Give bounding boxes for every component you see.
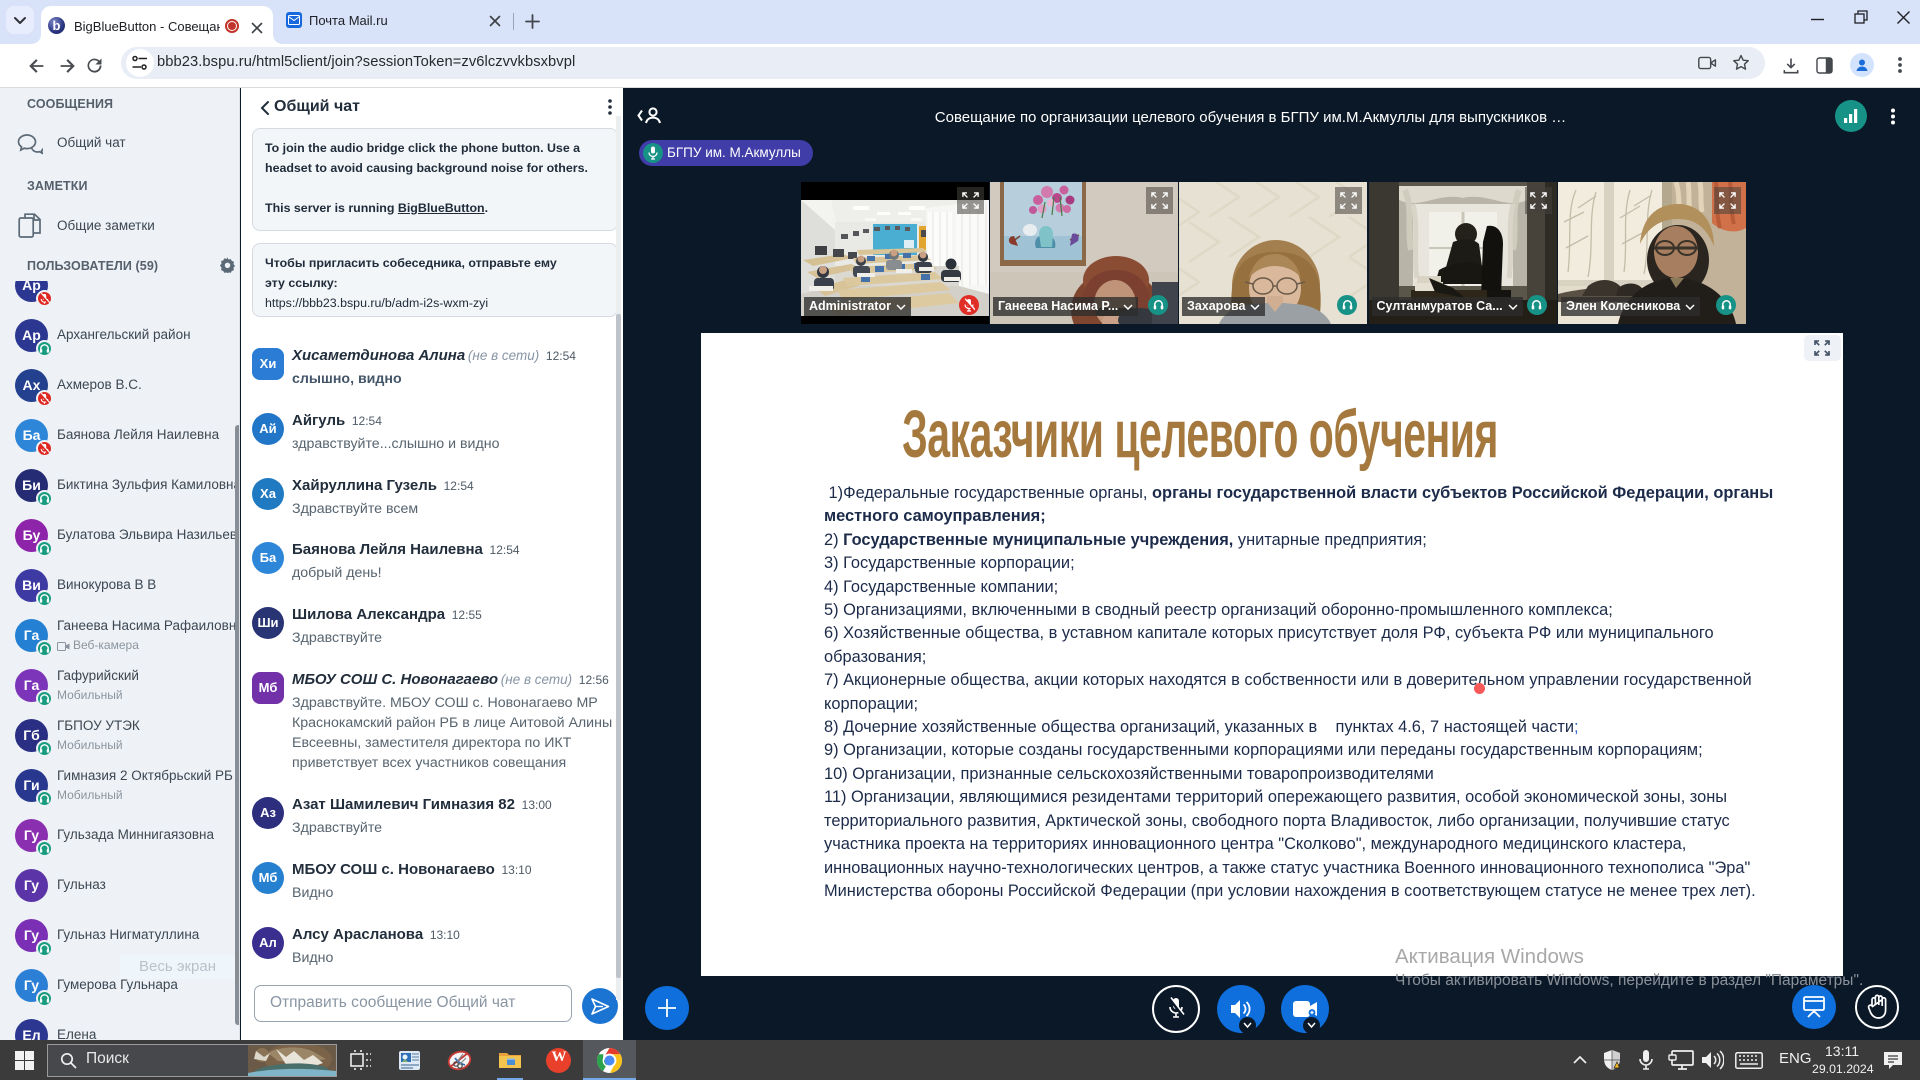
svg-text:!: ! xyxy=(1618,1064,1619,1069)
